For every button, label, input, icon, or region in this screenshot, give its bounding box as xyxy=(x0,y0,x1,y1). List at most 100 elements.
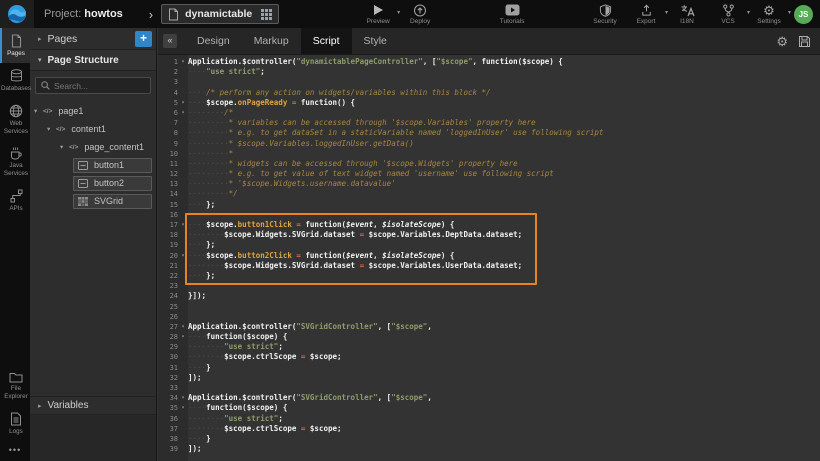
code-line-31[interactable]: 31····} xyxy=(158,363,820,373)
code-line-37[interactable]: 37········$scope.ctrlScope = $scope; xyxy=(158,424,820,434)
i18n-icon xyxy=(680,4,695,17)
code-line-24[interactable]: 24}]); xyxy=(158,291,820,301)
tab-script[interactable]: Script xyxy=(301,28,352,54)
code-line-15[interactable]: 15····}; xyxy=(158,200,820,210)
fold-arrow-icon[interactable]: ▾ xyxy=(178,393,188,403)
code-line-39[interactable]: 39]); xyxy=(158,444,820,454)
pages-accordion-header[interactable]: ▸ Pages + xyxy=(30,28,156,50)
tab-design[interactable]: Design xyxy=(185,28,242,54)
wavemaker-logo[interactable] xyxy=(0,0,34,28)
code-line-3[interactable]: 3 xyxy=(158,77,820,87)
code-line-26[interactable]: 26 xyxy=(158,312,820,322)
code-line-5[interactable]: 5▾····$scope.onPageReady = function() { xyxy=(158,98,820,108)
sidebar-item-databases[interactable]: Databases xyxy=(0,63,30,98)
line-number: 16 xyxy=(158,210,178,220)
tree-item-page1[interactable]: ▾</>page1 xyxy=(30,102,156,120)
code-line-11[interactable]: 11·········* widgets can be accessed thr… xyxy=(158,159,820,169)
code-line-12[interactable]: 12·········* e.g. to get value of text w… xyxy=(158,169,820,179)
tree-item-button2[interactable]: button2 xyxy=(30,174,156,192)
fold-arrow-icon[interactable]: ▾ xyxy=(178,322,188,332)
tree-item-label: SVGrid xyxy=(94,196,123,206)
code-line-19[interactable]: 19····}; xyxy=(158,240,820,250)
code-line-8[interactable]: 8·········* e.g. to get dataSet in a sta… xyxy=(158,128,820,138)
sidebar-item-logs[interactable]: Logs xyxy=(0,406,30,441)
sidebar-item-file-explorer[interactable]: File Explorer xyxy=(0,365,30,406)
fold-arrow-icon[interactable]: ▾ xyxy=(178,332,188,342)
line-number: 23 xyxy=(158,281,178,291)
code-line-6[interactable]: 6▾········/* xyxy=(158,108,820,118)
code-line-20[interactable]: 20▾····$scope.button2Click = function($e… xyxy=(158,251,820,261)
code-line-9[interactable]: 9·········* $scope.Variables.loggedInUse… xyxy=(158,139,820,149)
fold-gutter xyxy=(178,149,188,159)
save-icon[interactable] xyxy=(798,35,811,48)
fold-arrow-icon[interactable]: ▾ xyxy=(178,108,188,118)
code-text: Application.$controller("dynamictablePag… xyxy=(188,57,563,67)
fold-arrow-icon[interactable]: ▾ xyxy=(178,57,188,67)
page-structure-header[interactable]: ▾ Page Structure xyxy=(30,50,156,71)
security-button[interactable]: Security xyxy=(590,4,620,25)
code-line-22[interactable]: 22····}; xyxy=(158,271,820,281)
tree-item-page_content1[interactable]: ▾</>page_content1 xyxy=(30,138,156,156)
code-line-18[interactable]: 18········$scope.Widgets.SVGrid.dataset … xyxy=(158,230,820,240)
rail-more-button[interactable]: ••• xyxy=(0,441,30,461)
code-line-27[interactable]: 27▾Application.$controller("SVGridContro… xyxy=(158,322,820,332)
fold-gutter xyxy=(178,189,188,199)
code-line-4[interactable]: 4····/* perform any action on widgets/va… xyxy=(158,88,820,98)
code-line-14[interactable]: 14·········*/ xyxy=(158,189,820,199)
line-number: 26 xyxy=(158,312,178,322)
sidebar-item-java-services[interactable]: Java Services xyxy=(0,140,30,183)
user-avatar[interactable]: JS xyxy=(794,5,813,24)
tab-style[interactable]: Style xyxy=(352,28,399,54)
add-page-button[interactable]: + xyxy=(135,31,152,47)
sidebar-item-apis[interactable]: APIs xyxy=(0,183,30,218)
tab-markup[interactable]: Markup xyxy=(242,28,301,54)
page-selector-dropdown[interactable]: dynamictable xyxy=(161,4,279,24)
code-line-13[interactable]: 13·········* '$scope.Widgets.username.da… xyxy=(158,179,820,189)
code-line-29[interactable]: 29········"use strict"; xyxy=(158,342,820,352)
code-line-32[interactable]: 32]); xyxy=(158,373,820,383)
i18n-button[interactable]: I18N xyxy=(672,4,702,25)
vcs-button[interactable]: ▾VCS xyxy=(713,4,743,25)
code-line-2[interactable]: 2····"use strict"; xyxy=(158,67,820,77)
code-line-38[interactable]: 38····} xyxy=(158,434,820,444)
code-line-33[interactable]: 33 xyxy=(158,383,820,393)
fold-arrow-icon[interactable]: ▾ xyxy=(178,98,188,108)
structure-search[interactable] xyxy=(35,77,151,94)
code-line-1[interactable]: 1▾Application.$controller("dynamictableP… xyxy=(158,57,820,67)
code-line-34[interactable]: 34▾Application.$controller("SVGridContro… xyxy=(158,393,820,403)
export-button[interactable]: ▾Export xyxy=(631,4,661,25)
fold-arrow-icon[interactable]: ▾ xyxy=(178,403,188,413)
script-code-editor[interactable]: 1▾Application.$controller("dynamictableP… xyxy=(158,55,820,461)
code-line-10[interactable]: 10·········* xyxy=(158,149,820,159)
search-input[interactable] xyxy=(54,81,144,91)
tree-item-SVGrid[interactable]: SVGrid xyxy=(30,192,156,210)
expand-chevron-icon[interactable]: ▾ xyxy=(60,143,69,151)
fold-arrow-icon[interactable]: ▾ xyxy=(178,220,188,230)
settings-button[interactable]: ⚙▾Settings xyxy=(754,4,784,25)
sidebar-item-web-services[interactable]: Web Services xyxy=(0,98,30,141)
variables-accordion-header[interactable]: ▸ Variables xyxy=(30,396,156,415)
expand-chevron-icon[interactable]: ▾ xyxy=(34,107,43,115)
code-line-28[interactable]: 28▾····function($scope) { xyxy=(158,332,820,342)
code-line-21[interactable]: 21········$scope.Widgets.SVGrid.dataset … xyxy=(158,261,820,271)
tree-item-content1[interactable]: ▾</>content1 xyxy=(30,120,156,138)
expand-chevron-icon[interactable]: ▾ xyxy=(47,125,56,133)
script-settings-gear-icon[interactable]: ⚙ xyxy=(776,35,788,48)
sidebar-item-pages[interactable]: Pages xyxy=(0,28,30,63)
code-line-17[interactable]: 17▾····$scope.button1Click = function($e… xyxy=(158,220,820,230)
code-line-35[interactable]: 35▾····function($scope) { xyxy=(158,403,820,413)
code-line-7[interactable]: 7·········* variables can be accessed th… xyxy=(158,118,820,128)
code-line-25[interactable]: 25 xyxy=(158,302,820,312)
grid-view-icon[interactable] xyxy=(261,9,272,20)
preview-button[interactable]: ▾ Preview xyxy=(363,4,393,25)
deploy-button[interactable]: Deploy xyxy=(405,4,435,25)
code-line-23[interactable]: 23 xyxy=(158,281,820,291)
tutorials-button[interactable]: Tutorials xyxy=(497,4,527,25)
code-line-16[interactable]: 16 xyxy=(158,210,820,220)
fold-arrow-icon[interactable]: ▾ xyxy=(178,251,188,261)
tree-item-button1[interactable]: button1 xyxy=(30,156,156,174)
code-line-36[interactable]: 36········"use strict"; xyxy=(158,414,820,424)
code-line-30[interactable]: 30········$scope.ctrlScope = $scope; xyxy=(158,352,820,362)
line-number: 17 xyxy=(158,220,178,230)
collapse-panel-button[interactable]: « xyxy=(163,34,177,48)
